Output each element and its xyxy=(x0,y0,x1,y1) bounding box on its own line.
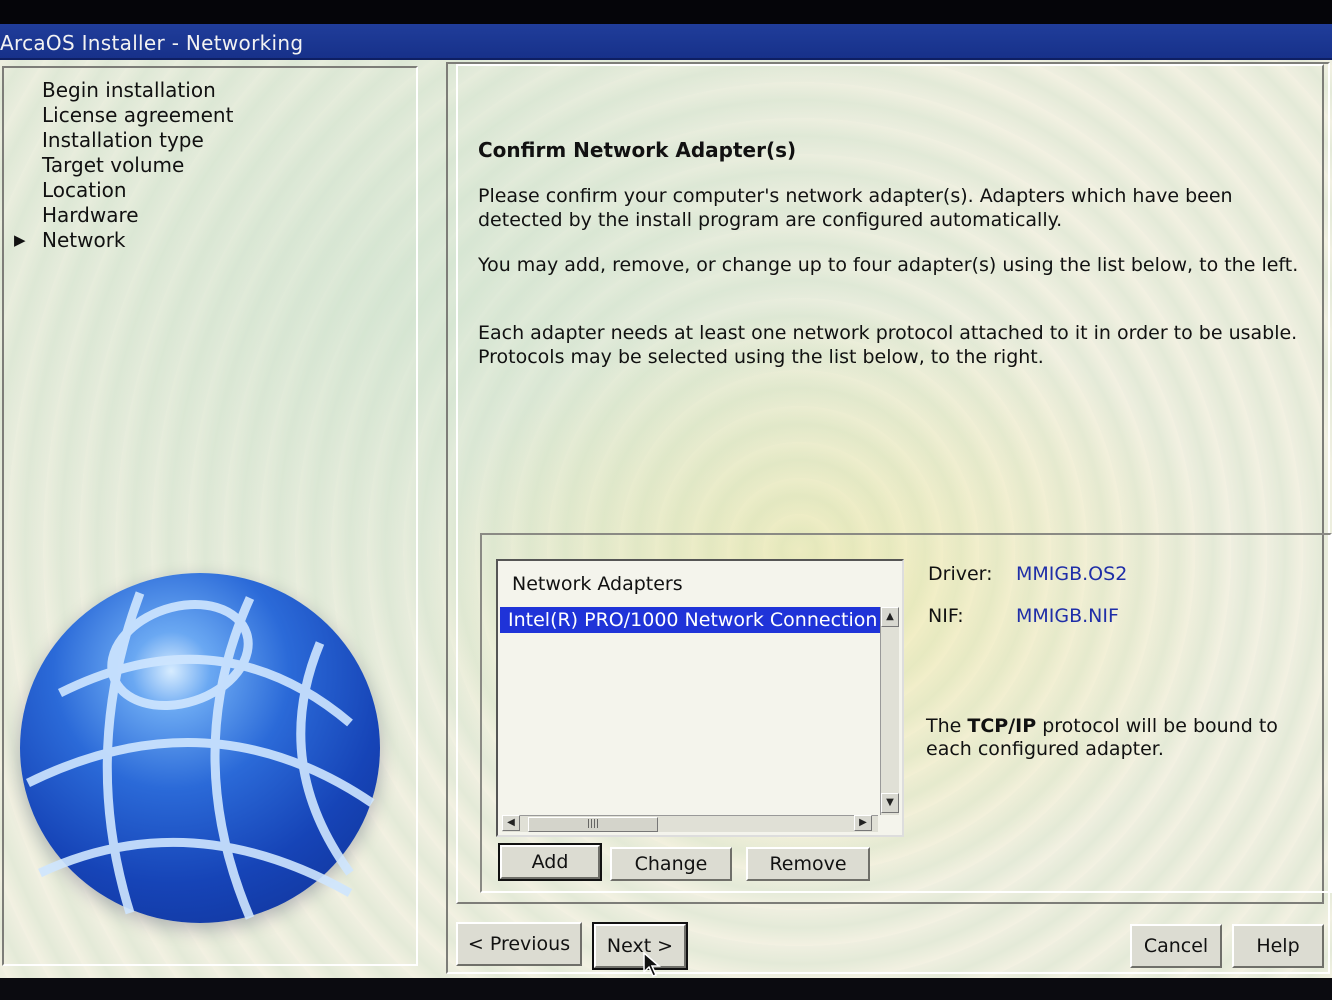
nif-label: NIF: xyxy=(928,605,964,627)
scroll-left-arrow-icon[interactable]: ◀ xyxy=(502,815,520,831)
step-label: Installation type xyxy=(42,128,204,152)
adapter-instructions: You may add, remove, or change up to fou… xyxy=(478,254,1299,276)
tcp-ip-note: The TCP/IP protocol will be bound to eac… xyxy=(926,715,1278,760)
driver-label: Driver: xyxy=(928,563,993,585)
nif-value: MMIGB.NIF xyxy=(1016,605,1119,627)
screen-bottom-edge xyxy=(0,978,1332,1000)
content-panel: Confirm Network Adapter(s) Please confir… xyxy=(446,62,1332,974)
mouse-pointer-icon xyxy=(643,952,661,977)
content-frame: Confirm Network Adapter(s) Please confir… xyxy=(456,64,1332,904)
step-location: Location xyxy=(4,178,416,203)
help-button[interactable]: Help xyxy=(1232,924,1324,968)
step-hardware: Hardware xyxy=(4,203,416,228)
installer-screen: ArcaOS Installer - Networking Begin inst… xyxy=(0,0,1332,1000)
scroll-right-arrow-icon[interactable]: ▶ xyxy=(854,815,872,831)
driver-value: MMIGB.OS2 xyxy=(1016,563,1128,585)
intro-paragraph: Please confirm your computer's network a… xyxy=(478,185,1233,231)
screen-top-edge xyxy=(0,0,1332,24)
step-label: Begin installation xyxy=(42,78,216,102)
add-button[interactable]: Add xyxy=(498,843,602,881)
listbox-header: Network Adapters xyxy=(512,573,683,595)
steps-list: Begin installation License agreement Ins… xyxy=(4,78,416,253)
scroll-down-arrow-icon[interactable]: ▼ xyxy=(881,793,899,813)
step-target-volume: Target volume xyxy=(4,153,416,178)
adapter-group-box: Network Adapters Intel(R) PRO/1000 Netwo… xyxy=(480,533,1332,893)
step-begin-installation: Begin installation xyxy=(4,78,416,103)
vertical-scrollbar[interactable]: ▲ ▼ xyxy=(880,607,899,815)
remove-button[interactable]: Remove xyxy=(746,847,870,881)
globe-icon xyxy=(20,573,380,923)
horizontal-scrollbar[interactable]: ◀ |||| ▶ xyxy=(502,815,878,832)
step-label: Network xyxy=(42,228,126,252)
window-title: ArcaOS Installer - Networking xyxy=(0,31,304,55)
cancel-button[interactable]: Cancel xyxy=(1130,924,1222,968)
step-installation-type: Installation type xyxy=(4,128,416,153)
step-network: ▶ Network xyxy=(4,228,416,253)
step-license-agreement: License agreement xyxy=(4,103,416,128)
tcp-ip-protocol-name: TCP/IP xyxy=(967,715,1037,737)
network-adapters-listbox[interactable]: Network Adapters Intel(R) PRO/1000 Netwo… xyxy=(496,559,904,837)
current-step-arrow-icon: ▶ xyxy=(14,231,26,249)
title-bar: ArcaOS Installer - Networking xyxy=(0,24,1332,60)
steps-panel: Begin installation License agreement Ins… xyxy=(2,66,418,966)
page-heading: Confirm Network Adapter(s) xyxy=(478,138,797,162)
scroll-up-arrow-icon[interactable]: ▲ xyxy=(881,607,899,627)
horizontal-scroll-thumb[interactable]: |||| xyxy=(528,817,658,832)
next-button[interactable]: Next > xyxy=(592,922,688,970)
step-label: Hardware xyxy=(42,203,139,227)
step-label: License agreement xyxy=(42,103,234,127)
previous-button[interactable]: < Previous xyxy=(456,922,582,966)
adapter-list-item[interactable]: Intel(R) PRO/1000 Network Connection xyxy=(500,607,888,633)
change-button[interactable]: Change xyxy=(610,847,732,881)
protocol-instructions: Each adapter needs at least one network … xyxy=(478,322,1298,368)
step-label: Location xyxy=(42,178,127,202)
step-label: Target volume xyxy=(42,153,185,177)
